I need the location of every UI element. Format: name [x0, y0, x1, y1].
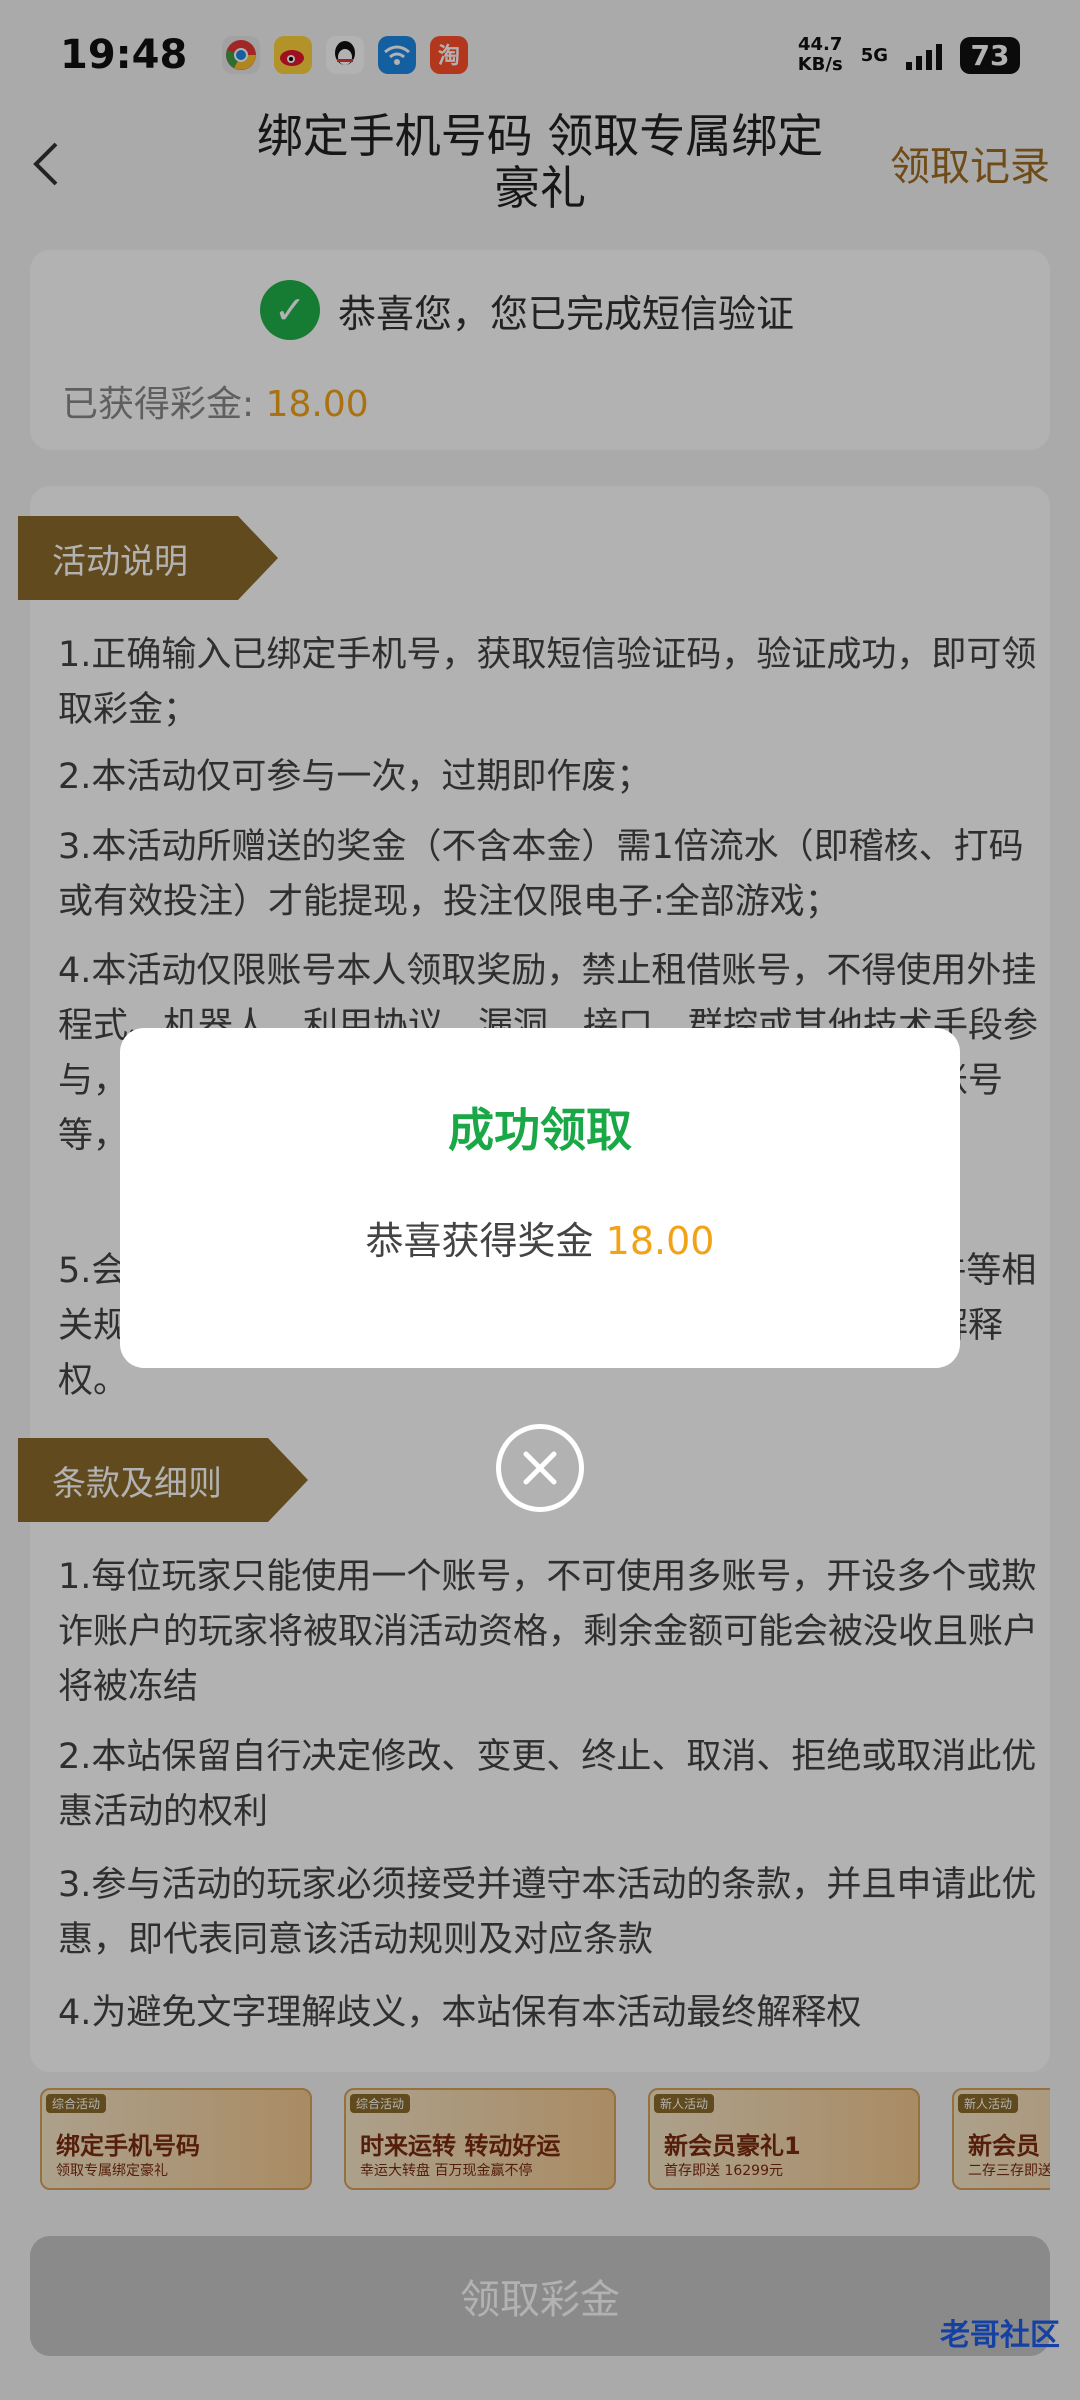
close-dialog-button[interactable]: [496, 1424, 584, 1512]
success-dialog: 成功领取 恭喜获得奖金 18.00: [120, 1028, 960, 1368]
dialog-title: 成功领取: [448, 1103, 632, 1157]
close-icon: [523, 1451, 557, 1485]
dialog-amount: 18.00: [605, 1219, 715, 1263]
dialog-message: 恭喜获得奖金 18.00: [120, 1210, 960, 1265]
dialog-message-text: 恭喜获得奖金: [365, 1219, 606, 1263]
